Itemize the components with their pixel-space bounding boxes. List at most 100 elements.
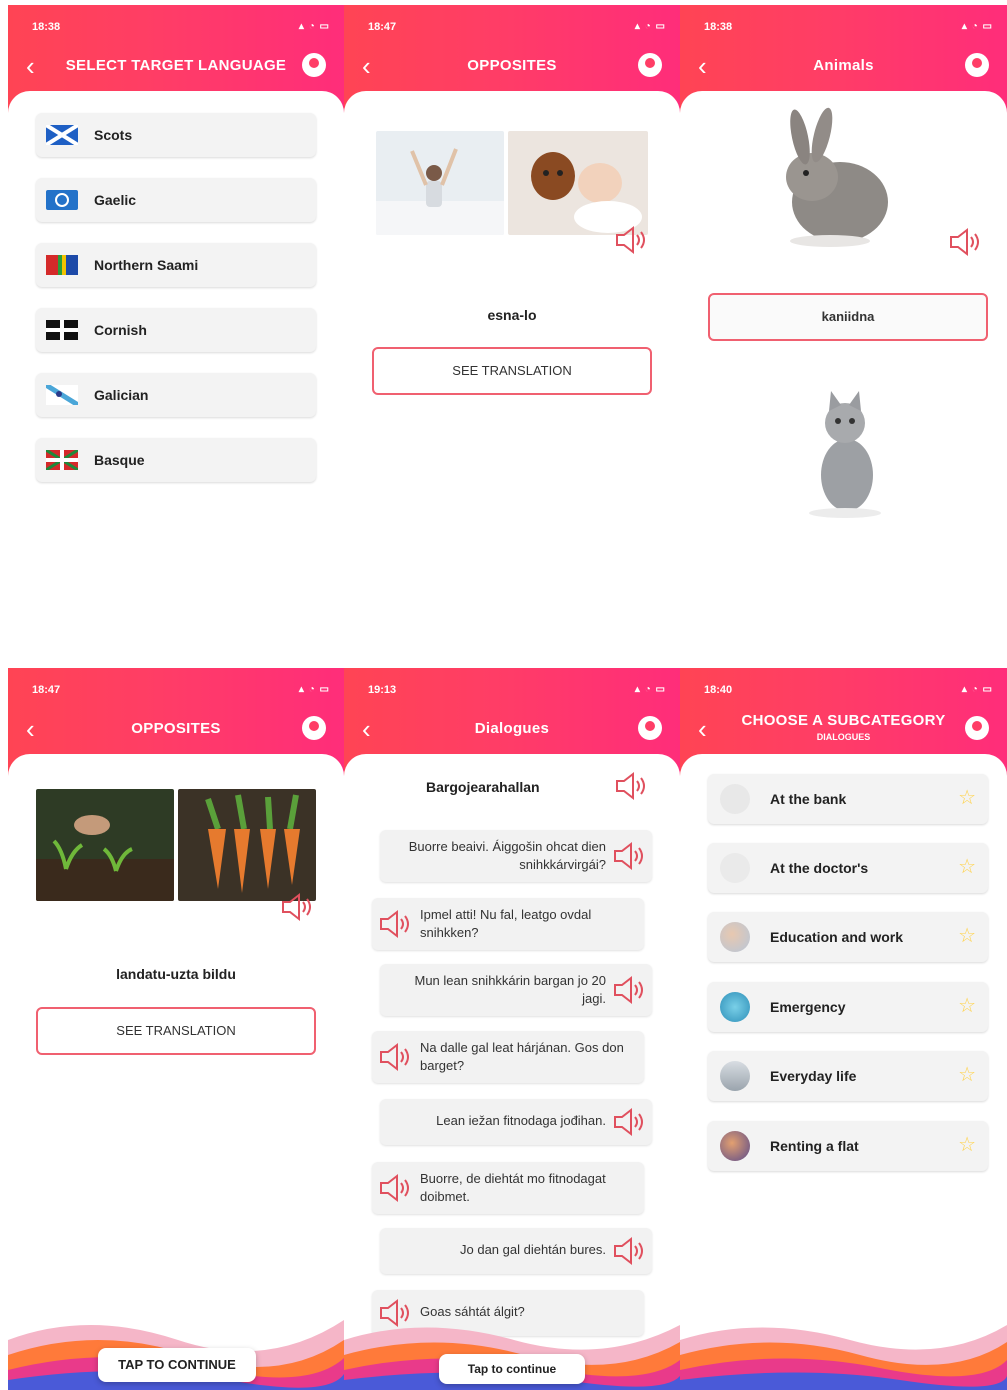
star-icon[interactable]: ☆ (958, 924, 976, 948)
speaker-icon[interactable] (378, 909, 412, 939)
dialogue-text: Buorre, de diehtát mo fitnodagat doibmet… (420, 1171, 606, 1204)
screen-dialogues: 19:13 ▴ ◔ ▭ ‹ Dialogues Bargojearahallan… (344, 668, 680, 1390)
subcategory-label: Renting a flat (770, 1138, 859, 1154)
subcategory-item-bank[interactable]: At the bank ☆ (708, 774, 988, 824)
screen-select-language: 18:38 ▴ ◔ ▭ ‹ SELECT TARGET LANGUAGE Sco… (8, 5, 344, 665)
star-icon[interactable]: ☆ (958, 786, 976, 810)
status-bar: 19:13 ▴ ◔ ▭ (368, 684, 666, 698)
profile-avatar[interactable] (302, 53, 326, 77)
status-icons: ▴ ◔ ▭ (298, 21, 330, 32)
tap-to-continue-button[interactable]: Tap to continue (439, 1354, 585, 1384)
dialogue-line-right[interactable]: Mun lean snihkkárin bargan jo 20 jagi. (380, 964, 652, 1016)
content-card: Bargojearahallan Buorre beaivi. Áiggošin… (344, 754, 680, 1390)
status-time: 18:47 (32, 684, 61, 696)
speaker-icon[interactable] (378, 1173, 412, 1203)
star-icon[interactable]: ☆ (958, 1133, 976, 1157)
language-item-galician[interactable]: Galician (36, 373, 316, 417)
language-item-northern-saami[interactable]: Northern Saami (36, 243, 316, 287)
language-item-gaelic[interactable]: Gaelic (36, 178, 316, 222)
screen-choose-subcategory: 18:40 ▴ ◔ ▭ ‹ CHOOSE A SUBCATEGORY DIALO… (680, 668, 1007, 1390)
subcategory-label: Emergency (770, 999, 846, 1015)
see-translation-button[interactable]: SEE TRANSLATION (36, 1007, 316, 1055)
dialogue-line-right[interactable]: Jo dan gal diehtán bures. (380, 1228, 652, 1274)
everyday-icon (720, 1061, 750, 1091)
star-icon[interactable]: ☆ (958, 855, 976, 879)
dialogue-text: Lean iežan fitnodaga jođihan. (436, 1113, 606, 1128)
dialogue-line-right[interactable]: Lean iežan fitnodaga jođihan. (380, 1099, 652, 1145)
status-icons: ▴ ◔ ▭ (634, 21, 666, 32)
content-card: Scots Gaelic Northern Saami Cornish Gali… (8, 91, 344, 665)
language-label: Scots (94, 127, 133, 143)
dialogue-line-left[interactable]: Na dalle gal leat hárjánan. Gos don barg… (372, 1031, 644, 1083)
status-time: 18:40 (704, 684, 733, 696)
tap-to-continue-button[interactable]: TAP TO CONTINUE (98, 1348, 256, 1382)
back-icon[interactable]: ‹ (362, 53, 384, 79)
profile-avatar[interactable] (638, 53, 662, 77)
dialogue-heading: Bargojearahallan (426, 779, 540, 795)
emergency-icon (720, 992, 750, 1022)
language-label: Cornish (94, 322, 147, 338)
content-card: landatu-uzta bildu SEE TRANSLATION (8, 754, 344, 1390)
status-icons: ▴ ◔ ▭ (961, 684, 993, 695)
subcategory-item-education[interactable]: Education and work ☆ (708, 912, 988, 962)
renting-icon (720, 1131, 750, 1161)
profile-avatar[interactable] (302, 716, 326, 740)
subcategory-item-emergency[interactable]: Emergency ☆ (708, 982, 988, 1032)
language-label: Galician (94, 387, 149, 403)
status-time: 18:38 (32, 21, 61, 33)
status-icons: ▴ ◔ ▭ (961, 21, 993, 32)
status-time: 18:47 (368, 21, 397, 33)
speaker-icon[interactable] (612, 1236, 646, 1266)
kitten-image (809, 391, 881, 518)
profile-avatar[interactable] (965, 53, 989, 77)
subcategory-item-everyday[interactable]: Everyday life ☆ (708, 1051, 988, 1101)
language-item-cornish[interactable]: Cornish (36, 308, 316, 352)
language-label: Northern Saami (94, 257, 199, 273)
opposite-word: landatu-uzta bildu (116, 966, 236, 982)
speaker-icon[interactable] (378, 1042, 412, 1072)
language-item-basque[interactable]: Basque (36, 438, 316, 482)
profile-avatar[interactable] (965, 716, 989, 740)
subcategory-item-doctor[interactable]: At the doctor's ☆ (708, 843, 988, 893)
speaker-icon[interactable] (612, 1107, 646, 1137)
education-icon (720, 922, 750, 952)
language-label: Basque (94, 452, 145, 468)
status-bar: 18:40 ▴ ◔ ▭ (704, 684, 993, 698)
profile-avatar[interactable] (638, 716, 662, 740)
speaker-icon[interactable] (614, 225, 648, 255)
back-icon[interactable]: ‹ (26, 53, 48, 79)
subcategory-item-renting[interactable]: Renting a flat ☆ (708, 1121, 988, 1171)
basque-flag-icon (46, 450, 78, 470)
page-title: OPPOSITES (467, 57, 557, 74)
star-icon[interactable]: ☆ (958, 1063, 976, 1087)
speaker-icon[interactable] (612, 841, 646, 871)
sleeping-baby-image (508, 131, 648, 235)
page-title: SELECT TARGET LANGUAGE (65, 57, 287, 74)
back-icon[interactable]: ‹ (362, 716, 384, 742)
screen-animals: 18:38 ▴ ◔ ▭ ‹ Animals kaniidna (680, 5, 1007, 665)
back-icon[interactable]: ‹ (26, 716, 48, 742)
speaker-icon[interactable] (280, 892, 314, 922)
speaker-icon[interactable] (948, 227, 982, 257)
content-card: At the bank ☆ At the doctor's ☆ Educatio… (680, 754, 1007, 1390)
status-time: 19:13 (368, 684, 397, 696)
answer-button[interactable]: kaniidna (708, 293, 988, 341)
star-icon[interactable]: ☆ (958, 994, 976, 1018)
subcategory-label: Everyday life (770, 1068, 857, 1084)
back-icon[interactable]: ‹ (698, 53, 720, 79)
dialogue-line-left[interactable]: Buorre, de diehtát mo fitnodagat doibmet… (372, 1162, 644, 1214)
speaker-icon[interactable] (614, 771, 648, 801)
language-item-scots[interactable]: Scots (36, 113, 316, 157)
back-icon[interactable]: ‹ (698, 716, 720, 742)
page-subtitle: DIALOGUES (816, 732, 871, 742)
page-title: OPPOSITES (131, 720, 221, 737)
dialogue-line-right[interactable]: Buorre beaivi. Áiggošin ohcat dien snihk… (380, 830, 652, 882)
rabbit-image (786, 107, 888, 247)
dialogue-line-left[interactable]: Ipmel atti! Nu fal, leatgo ovdal snihkke… (372, 898, 644, 950)
awake-person-image (376, 131, 504, 235)
content-card: esna-lo SEE TRANSLATION (344, 91, 680, 665)
see-translation-button[interactable]: SEE TRANSLATION (372, 347, 652, 395)
bank-icon (720, 784, 750, 814)
speaker-icon[interactable] (612, 975, 646, 1005)
dialogue-text: Jo dan gal diehtán bures. (460, 1242, 606, 1257)
